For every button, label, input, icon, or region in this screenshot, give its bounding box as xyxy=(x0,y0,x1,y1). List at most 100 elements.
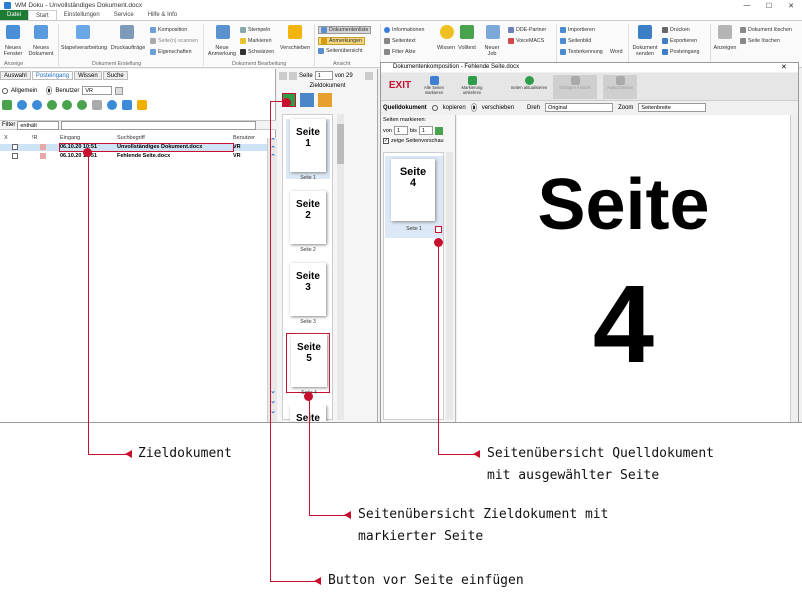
new-document-button[interactable]: Neues Dokument xyxy=(28,45,54,57)
check-icon[interactable] xyxy=(47,100,57,110)
tab-datei[interactable]: Datei xyxy=(0,10,29,20)
move-icon[interactable] xyxy=(288,25,302,39)
ocr-button[interactable]: Texterkennung xyxy=(560,49,603,55)
delete-document-button[interactable]: Dokument löschen xyxy=(740,27,792,33)
exit-button[interactable]: EXIT xyxy=(383,75,417,99)
export-button[interactable]: Exportieren xyxy=(662,38,697,44)
filter-input[interactable] xyxy=(61,120,257,130)
select-all-button[interactable]: Alle Seiten markieren xyxy=(417,75,451,99)
show-button[interactable]: Anzeigen xyxy=(710,45,740,51)
preview-scrollbar[interactable] xyxy=(790,115,798,422)
knowledge-icon[interactable] xyxy=(440,25,454,39)
source-page-thumb[interactable]: Seite 4 Seite 1 xyxy=(385,156,443,238)
new-job-button[interactable]: Neuer Job xyxy=(480,45,504,57)
word-button[interactable]: Word xyxy=(610,49,623,55)
maximize-icon[interactable]: ☐ xyxy=(758,0,780,11)
show-icon[interactable] xyxy=(718,25,732,39)
page-thumb[interactable]: Seite 2 Seite 2 xyxy=(286,191,330,253)
print-button[interactable]: Drucken xyxy=(662,27,690,33)
page-thumb[interactable]: Seite xyxy=(286,405,330,421)
add-icon[interactable] xyxy=(2,100,12,110)
prev-page-icon[interactable] xyxy=(289,71,297,80)
info-button[interactable]: Informationen xyxy=(384,27,424,33)
batch-icon[interactable] xyxy=(76,25,90,39)
benutzer-select[interactable]: VR xyxy=(82,86,113,95)
cancel-icon[interactable] xyxy=(62,100,72,110)
annotation-icon[interactable] xyxy=(216,25,230,39)
tab-wissen[interactable]: Wissen xyxy=(74,71,102,80)
search-icon[interactable] xyxy=(115,86,124,95)
inbox-button[interactable]: Posteingang xyxy=(662,49,699,55)
batch-button[interactable]: Stapelverarbeitung xyxy=(60,45,108,51)
tab-suche[interactable]: Suche xyxy=(102,71,128,80)
scan-button[interactable]: Seite(n) scannen xyxy=(150,38,198,44)
refresh-pages-button[interactable]: Seiten aktualisieren xyxy=(507,75,551,99)
import-button[interactable]: Importieren xyxy=(560,27,595,33)
fulltext-button[interactable]: Volltext xyxy=(454,45,480,51)
redact-button[interactable]: Schwärzen xyxy=(240,49,274,55)
preview-checkbox[interactable]: ✓ xyxy=(383,138,389,144)
accept-icon[interactable] xyxy=(77,100,87,110)
replace-button[interactable] xyxy=(318,93,332,107)
col-x[interactable]: X xyxy=(4,135,8,141)
hide-icon[interactable] xyxy=(32,100,42,110)
new-window-icon[interactable] xyxy=(6,25,20,39)
col-r[interactable]: !R xyxy=(32,135,38,141)
cut-button[interactable]: Ausschneiden xyxy=(603,75,637,99)
doc-icon[interactable] xyxy=(122,100,132,110)
page-text-button[interactable]: Seitentext xyxy=(384,38,416,44)
insert-after-button[interactable] xyxy=(300,93,314,107)
radio-benutzer[interactable] xyxy=(46,86,53,95)
apply-icon[interactable] xyxy=(434,126,443,135)
new-document-icon[interactable] xyxy=(34,25,48,39)
insert-view-button[interactable]: Einfügen Ansicht xyxy=(553,75,597,99)
next-page-icon[interactable] xyxy=(364,71,373,80)
move-button[interactable]: Verschieben xyxy=(278,45,312,51)
row-checkbox[interactable] xyxy=(12,144,18,150)
tab-service[interactable]: Service xyxy=(107,10,141,20)
col-benutzer[interactable]: Benutzer xyxy=(233,135,255,141)
splitter-rail[interactable]: ⌃ ⌃ ⌃ ⌄ ⌄ ⌄ xyxy=(267,138,277,422)
print-jobs-button[interactable]: Druckaufträge xyxy=(108,45,148,51)
filter-file-button[interactable]: Filter Akte xyxy=(384,49,416,55)
source-select-checkbox[interactable] xyxy=(435,226,442,233)
delete-page-button[interactable]: Seite löschen xyxy=(740,38,780,44)
tab-auswahl[interactable]: Auswahl xyxy=(0,71,31,80)
fulltext-icon[interactable] xyxy=(460,25,474,39)
tab-hilfe[interactable]: Hilfe & Info xyxy=(141,10,184,20)
composition-button[interactable]: Komposition xyxy=(150,27,187,33)
page-thumb[interactable]: Seite 3 Seite 3 xyxy=(286,263,330,325)
send-document-icon[interactable] xyxy=(638,25,652,39)
table-row[interactable]: 06.10.20 10:51 Fehlende Seite.docx VR xyxy=(0,153,276,160)
document-list-toggle[interactable]: Dokumentenliste xyxy=(318,26,372,34)
col-suchbegriff[interactable]: Suchbegriff xyxy=(117,135,145,141)
voicemacs-button[interactable]: VoiceMACS xyxy=(508,38,544,44)
tab-posteingang[interactable]: Posteingang xyxy=(31,71,74,80)
annotations-toggle[interactable]: Anmerkungen xyxy=(318,37,365,45)
source-page-list[interactable]: Seite 4 Seite 1 xyxy=(383,152,444,420)
view-icon[interactable] xyxy=(17,100,27,110)
target-scrollbar[interactable] xyxy=(337,114,344,420)
stamp-button[interactable]: Stempeln xyxy=(240,27,270,33)
new-job-icon[interactable] xyxy=(486,25,500,39)
page-overview-toggle[interactable]: Seitenübersicht xyxy=(318,48,363,54)
send-document-button[interactable]: Dokument senden xyxy=(630,45,660,57)
dialog-close-icon[interactable]: ✕ xyxy=(781,63,787,71)
page-thumb[interactable]: Seite 1 Seite 1 xyxy=(286,119,330,181)
tab-start[interactable]: Start xyxy=(28,10,57,20)
zoom-select[interactable]: Seitenbreite xyxy=(638,103,707,112)
close-icon[interactable]: ✕ xyxy=(780,0,802,11)
to-input[interactable]: 1 xyxy=(418,126,433,135)
new-annotation-button[interactable]: Neue Anmerkung xyxy=(205,45,239,57)
page-thumb-marked[interactable]: Seite 5 Seite 4 xyxy=(286,333,330,396)
export-icon[interactable] xyxy=(137,100,147,110)
mark-button[interactable]: Markieren xyxy=(240,38,272,44)
radio-allgemein[interactable] xyxy=(2,87,8,94)
page-image-button[interactable]: Seitenbild xyxy=(560,38,591,44)
filter-mode-select[interactable]: enthält xyxy=(17,120,60,130)
radio-copy[interactable] xyxy=(431,104,438,111)
page-input[interactable]: 1 xyxy=(314,71,333,80)
tray-icon[interactable] xyxy=(92,100,102,110)
source-scrollbar[interactable] xyxy=(446,152,453,420)
properties-button[interactable]: Eigenschaften xyxy=(150,49,192,55)
